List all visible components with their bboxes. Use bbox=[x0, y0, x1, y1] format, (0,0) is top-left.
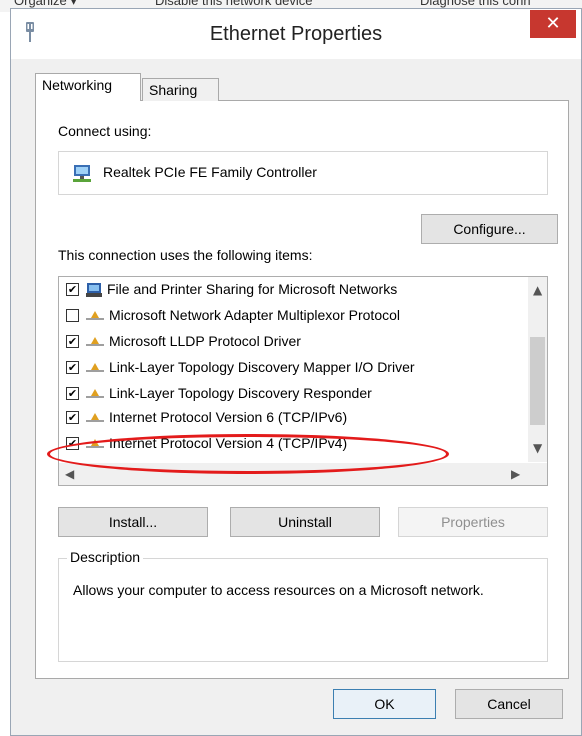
item-label: Microsoft Network Adapter Multiplexor Pr… bbox=[109, 307, 400, 323]
item-checkbox[interactable]: ✔ bbox=[66, 411, 79, 424]
close-icon: ✕ bbox=[545, 13, 561, 34]
item-label: Internet Protocol Version 6 (TCP/IPv6) bbox=[109, 409, 348, 425]
scroll-left-icon[interactable]: ◀ bbox=[65, 467, 74, 481]
item-checkbox[interactable]: ✔ bbox=[66, 437, 79, 450]
item-checkbox[interactable]: ✔ bbox=[66, 335, 79, 348]
item-label: Link-Layer Topology Discovery Responder bbox=[109, 385, 372, 401]
background-toolbar-item: Disable this network device bbox=[155, 0, 313, 8]
item-checkbox[interactable]: ✔ bbox=[66, 387, 79, 400]
item-label: File and Printer Sharing for Microsoft N… bbox=[107, 281, 398, 297]
scroll-right-icon[interactable]: ▶ bbox=[511, 467, 520, 481]
network-protocol-icon bbox=[86, 413, 104, 422]
components-list[interactable]: ✔ File and Printer Sharing for Microsoft… bbox=[58, 276, 548, 486]
item-checkbox[interactable] bbox=[66, 309, 79, 322]
item-label: Internet Protocol Version 4 (TCP/IPv4) bbox=[109, 435, 348, 451]
list-item[interactable]: Microsoft Network Adapter Multiplexor Pr… bbox=[59, 303, 529, 329]
list-item[interactable]: ✔ Link-Layer Topology Discovery Mapper I… bbox=[59, 355, 529, 381]
network-protocol-icon bbox=[86, 389, 104, 398]
ok-button[interactable]: OK bbox=[333, 689, 436, 719]
network-protocol-icon bbox=[86, 311, 104, 320]
list-item[interactable]: ✔ Microsoft LLDP Protocol Driver bbox=[59, 329, 529, 355]
scroll-thumb[interactable] bbox=[530, 337, 545, 425]
list-item[interactable]: ✔ Link-Layer Topology Discovery Responde… bbox=[59, 381, 529, 407]
list-item[interactable]: ✔ Internet Protocol Version 6 (TCP/IPv6) bbox=[59, 405, 529, 431]
properties-button[interactable]: Properties bbox=[398, 507, 548, 537]
network-protocol-icon bbox=[86, 439, 104, 448]
adapter-box: Realtek PCIe FE Family Controller bbox=[58, 151, 548, 195]
uninstall-button[interactable]: Uninstall bbox=[230, 507, 380, 537]
networking-panel: Connect using: Realtek PCIe FE Family Co… bbox=[35, 100, 569, 679]
description-group: Description Allows your computer to acce… bbox=[58, 549, 548, 662]
network-protocol-icon bbox=[86, 363, 104, 372]
item-label: Microsoft LLDP Protocol Driver bbox=[109, 333, 301, 349]
scroll-down-icon[interactable]: ▼ bbox=[533, 441, 542, 455]
install-button[interactable]: Install... bbox=[58, 507, 208, 537]
close-button[interactable]: ✕ bbox=[530, 10, 576, 38]
background-toolbar-item: Diagnose this conn bbox=[420, 0, 531, 8]
connect-using-label: Connect using: bbox=[58, 123, 152, 139]
network-adapter-icon bbox=[73, 165, 91, 182]
printer-share-icon bbox=[86, 283, 102, 297]
scroll-up-icon[interactable]: ▲ bbox=[533, 283, 542, 297]
item-checkbox[interactable]: ✔ bbox=[66, 283, 79, 296]
description-legend: Description bbox=[67, 549, 144, 565]
cancel-button[interactable]: Cancel bbox=[455, 689, 563, 719]
title-bar[interactable]: Ethernet Properties ✕ bbox=[11, 9, 581, 59]
scrollbar-corner bbox=[528, 463, 547, 485]
list-item[interactable]: ✔ File and Printer Sharing for Microsoft… bbox=[59, 277, 529, 303]
vertical-scrollbar[interactable]: ▲ ▼ bbox=[528, 277, 547, 462]
list-item[interactable]: ✔ Internet Protocol Version 4 (TCP/IPv4) bbox=[59, 431, 529, 457]
tab-networking[interactable]: Networking bbox=[35, 73, 141, 101]
item-label: Link-Layer Topology Discovery Mapper I/O… bbox=[109, 359, 415, 375]
adapter-name: Realtek PCIe FE Family Controller bbox=[103, 164, 317, 180]
window-title: Ethernet Properties bbox=[209, 23, 383, 45]
tab-sharing[interactable]: Sharing bbox=[142, 78, 219, 101]
ethernet-properties-dialog: Ethernet Properties ✕ Networking Sharing… bbox=[10, 8, 582, 736]
item-checkbox[interactable]: ✔ bbox=[66, 361, 79, 374]
network-protocol-icon bbox=[86, 337, 104, 346]
horizontal-scrollbar[interactable]: ◀ ▶ bbox=[59, 463, 529, 485]
items-label: This connection uses the following items… bbox=[58, 247, 313, 263]
configure-button[interactable]: Configure... bbox=[421, 214, 558, 244]
description-text: Allows your computer to access resources… bbox=[73, 582, 484, 598]
